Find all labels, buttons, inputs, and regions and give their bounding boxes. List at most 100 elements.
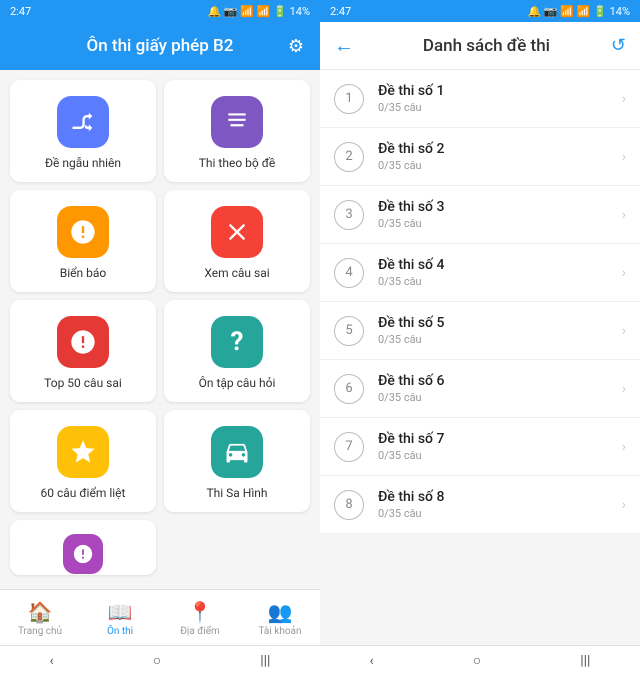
bottom-nav: 🏠 Trang chủ 📖 Ôn thi 📍 Địa điểm 👥 Tài kh…	[0, 589, 320, 645]
exam-item-6[interactable]: 6 Đề thi số 6 0/35 câu ›	[320, 360, 640, 418]
nav-study-label: Ôn thi	[107, 626, 133, 637]
right-header: ← Danh sách đề thi ↺	[320, 22, 640, 70]
exam-item-8[interactable]: 8 Đề thi số 8 0/35 câu ›	[320, 476, 640, 534]
exam-number: 5	[334, 316, 364, 346]
menu-card-top50[interactable]: Top 50 câu sai	[10, 300, 156, 402]
nav-account-label: Tài khoản	[258, 626, 301, 637]
menu-card-partial[interactable]	[10, 520, 156, 575]
menu-card-wrong[interactable]: Xem câu sai	[164, 190, 310, 292]
exam-progress: 0/35 câu	[378, 159, 608, 172]
driving-label: Thi Sa Hình	[206, 486, 267, 500]
exam-title: Đề thi số 4	[378, 257, 608, 273]
exam-item-2[interactable]: 2 Đề thi số 2 0/35 câu ›	[320, 128, 640, 186]
exam-info: Đề thi số 8 0/35 câu	[378, 489, 608, 520]
nav-home[interactable]: 🏠 Trang chủ	[10, 600, 70, 637]
gear-icon[interactable]: ⚙	[288, 36, 304, 57]
empty-partial	[164, 520, 310, 575]
review-label: Ôn tập câu hỏi	[199, 376, 276, 390]
exam-number: 8	[334, 490, 364, 520]
exam-title: Đề thi số 7	[378, 431, 608, 447]
left-home-btn[interactable]: ○	[153, 652, 161, 669]
signs-label: Biển báo	[60, 266, 106, 280]
location-icon: 📍	[188, 600, 213, 624]
exam-progress: 0/35 câu	[378, 449, 608, 462]
exam-progress: 0/35 câu	[378, 101, 608, 114]
random-icon	[57, 96, 109, 148]
exam-title: Đề thi số 8	[378, 489, 608, 505]
exam-progress: 0/35 câu	[378, 333, 608, 346]
exam-number: 6	[334, 374, 364, 404]
exam-progress: 0/35 câu	[378, 275, 608, 288]
exam-info: Đề thi số 3 0/35 câu	[378, 199, 608, 230]
exam-number: 1	[334, 84, 364, 114]
wrong-label: Xem câu sai	[204, 266, 269, 280]
nav-study[interactable]: 📖 Ôn thi	[90, 600, 150, 637]
exam-item-1[interactable]: 1 Đề thi số 1 0/35 câu ›	[320, 70, 640, 128]
left-status-bar: 2:47 🔔 📷 📶 📶 🔋 14%	[0, 0, 320, 22]
left-header: Ôn thi giấy phép B2 ⚙	[0, 22, 320, 70]
exam-progress: 0/35 câu	[378, 217, 608, 230]
menu-card-driving[interactable]: Thi Sa Hình	[164, 410, 310, 512]
exam-item-4[interactable]: 4 Đề thi số 4 0/35 câu ›	[320, 244, 640, 302]
exam-info: Đề thi số 5 0/35 câu	[378, 315, 608, 346]
chevron-right-icon: ›	[622, 497, 626, 513]
back-icon[interactable]: ←	[334, 33, 354, 58]
menu-card-signs[interactable]: Biển báo	[10, 190, 156, 292]
menu-card-review[interactable]: ? Ôn tập câu hỏi	[164, 300, 310, 402]
exam-title: Đề thi số 3	[378, 199, 608, 215]
home-icon: 🏠	[28, 600, 53, 624]
exam-info: Đề thi số 2 0/35 câu	[378, 141, 608, 172]
right-panel: 2:47 🔔 📷 📶 📶 🔋 14% ← Danh sách đề thi ↺ …	[320, 0, 640, 675]
driving-icon	[211, 426, 263, 478]
menu-card-60q[interactable]: 60 câu điểm liệt	[10, 410, 156, 512]
chevron-right-icon: ›	[622, 149, 626, 165]
left-back-btn[interactable]: ‹	[50, 653, 54, 669]
exam-number: 3	[334, 200, 364, 230]
chevron-right-icon: ›	[622, 323, 626, 339]
60q-icon	[57, 426, 109, 478]
signs-icon	[57, 206, 109, 258]
right-header-title: Danh sách đề thi	[362, 36, 611, 56]
60q-label: 60 câu điểm liệt	[41, 486, 126, 500]
random-label: Đề ngẫu nhiên	[45, 156, 121, 170]
nav-home-label: Trang chủ	[18, 626, 62, 637]
left-recents-btn[interactable]: |||	[260, 653, 270, 669]
left-sys-nav: ‹ ○ |||	[0, 645, 320, 675]
right-time: 2:47	[330, 5, 351, 18]
exam-progress: 0/35 câu	[378, 391, 608, 404]
right-recents-btn[interactable]: |||	[580, 653, 590, 669]
nav-location-label: Địa điểm	[180, 626, 220, 637]
set-label: Thi theo bộ đề	[199, 156, 275, 170]
chevron-right-icon: ›	[622, 381, 626, 397]
left-time: 2:47	[10, 5, 31, 18]
exam-progress: 0/35 câu	[378, 507, 608, 520]
chevron-right-icon: ›	[622, 91, 626, 107]
right-back-btn[interactable]: ‹	[370, 653, 374, 669]
account-icon: 👥	[268, 600, 293, 624]
nav-location[interactable]: 📍 Địa điểm	[170, 600, 230, 637]
exam-item-5[interactable]: 5 Đề thi số 5 0/35 câu ›	[320, 302, 640, 360]
right-home-btn[interactable]: ○	[473, 652, 481, 669]
menu-card-set[interactable]: Thi theo bộ đề	[164, 80, 310, 182]
exam-number: 7	[334, 432, 364, 462]
exam-number: 4	[334, 258, 364, 288]
exam-info: Đề thi số 6 0/35 câu	[378, 373, 608, 404]
refresh-icon[interactable]: ↺	[611, 35, 626, 56]
exam-info: Đề thi số 4 0/35 câu	[378, 257, 608, 288]
chevron-right-icon: ›	[622, 439, 626, 455]
exam-list: 1 Đề thi số 1 0/35 câu › 2 Đề thi số 2 0…	[320, 70, 640, 645]
exam-title: Đề thi số 2	[378, 141, 608, 157]
exam-item-7[interactable]: 7 Đề thi số 7 0/35 câu ›	[320, 418, 640, 476]
exam-title: Đề thi số 1	[378, 83, 608, 99]
exam-number: 2	[334, 142, 364, 172]
exam-item-3[interactable]: 3 Đề thi số 3 0/35 câu ›	[320, 186, 640, 244]
top50-icon	[57, 316, 109, 368]
exam-info: Đề thi số 7 0/35 câu	[378, 431, 608, 462]
right-sys-nav: ‹ ○ |||	[320, 645, 640, 675]
set-icon	[211, 96, 263, 148]
nav-account[interactable]: 👥 Tài khoản	[250, 600, 310, 637]
right-status-icons: 🔔 📷 📶 📶 🔋 14%	[527, 5, 630, 18]
exam-title: Đề thi số 5	[378, 315, 608, 331]
top50-label: Top 50 câu sai	[44, 376, 122, 390]
menu-card-random[interactable]: Đề ngẫu nhiên	[10, 80, 156, 182]
